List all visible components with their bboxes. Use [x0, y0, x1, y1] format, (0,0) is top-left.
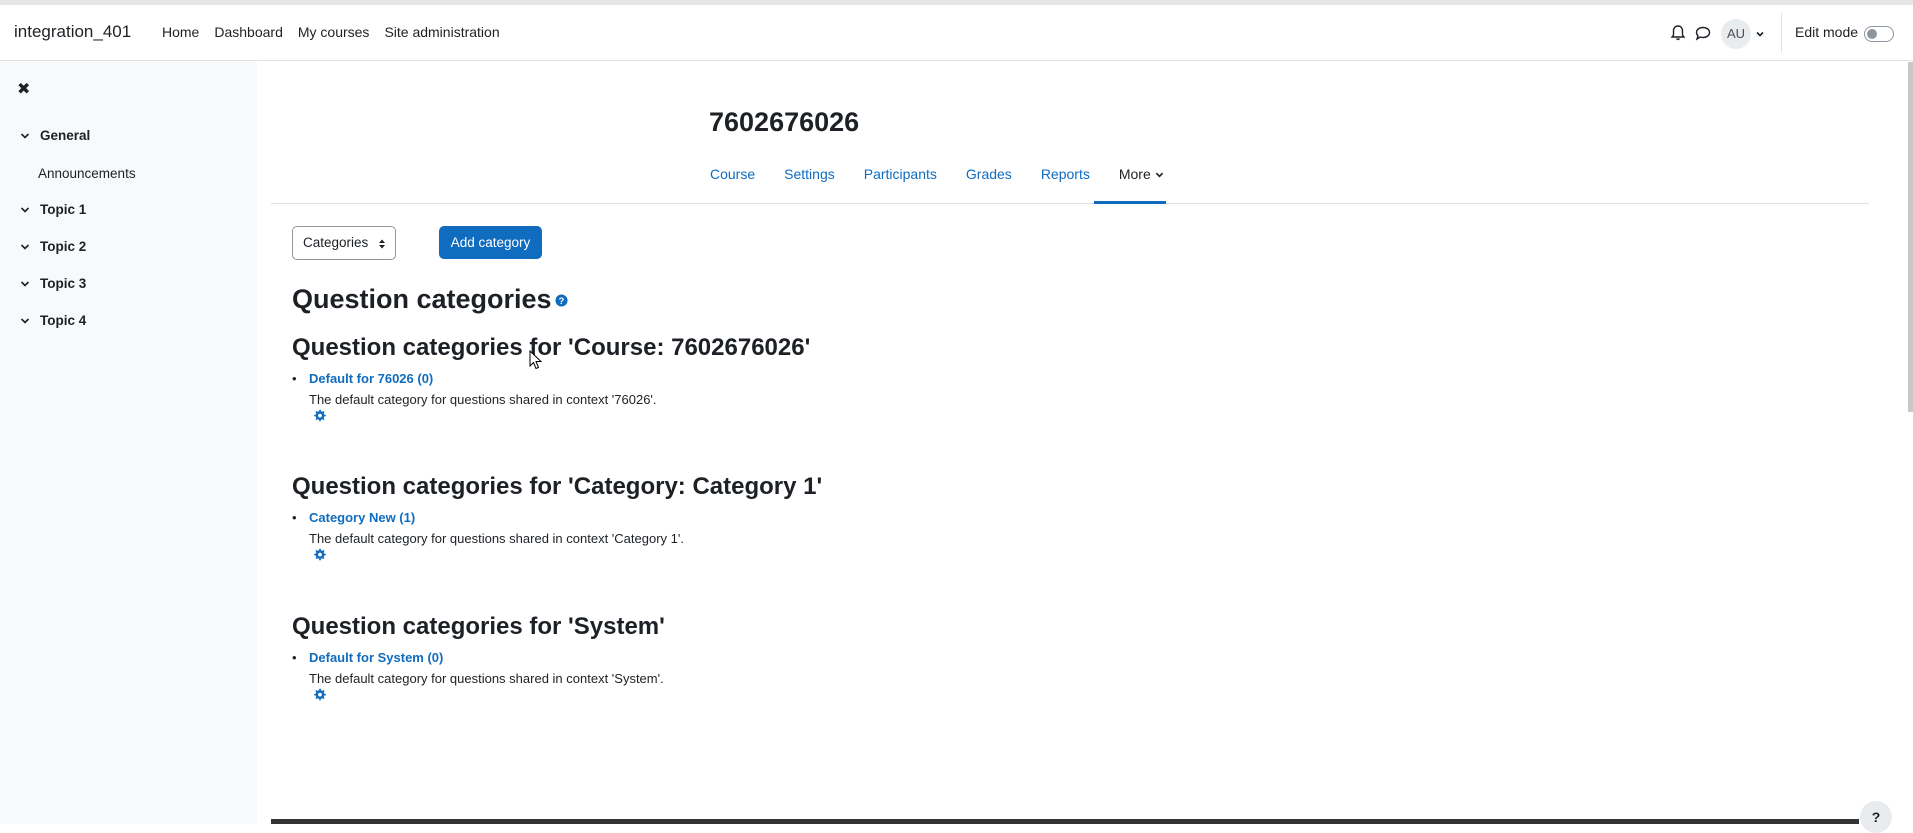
drawer-section-general[interactable]: General [20, 128, 90, 143]
edit-mode-label: Edit mode [1795, 24, 1859, 40]
navbar-divider [1781, 13, 1782, 53]
drawer-item-announcements[interactable]: Announcements [38, 166, 136, 181]
tab-reports[interactable]: Reports [1041, 166, 1090, 182]
gear-icon[interactable] [313, 688, 326, 701]
category-description: The default category for questions share… [309, 671, 664, 686]
chevron-down-icon [1155, 172, 1163, 177]
user-avatar[interactable]: AU [1721, 19, 1751, 49]
tab-grades[interactable]: Grades [966, 166, 1012, 182]
close-icon[interactable]: ✖ [17, 79, 30, 99]
gear-icon[interactable] [313, 409, 326, 422]
secondary-nav-border [271, 203, 1869, 204]
chevron-down-icon[interactable] [20, 205, 30, 215]
page-title: Question categories ? [292, 284, 568, 315]
tab-participants[interactable]: Participants [864, 166, 937, 182]
chevron-down-icon[interactable] [20, 279, 30, 289]
drawer-section-topic-2[interactable]: Topic 2 [20, 239, 86, 254]
category-link[interactable]: Default for 76026 (0) [309, 371, 433, 386]
tab-course[interactable]: Course [710, 166, 755, 182]
categories-select[interactable]: Categories [292, 226, 396, 260]
chevron-down-icon[interactable] [20, 242, 30, 252]
svg-text:?: ? [558, 296, 564, 306]
help-icon[interactable]: ? [555, 294, 568, 307]
nav-home[interactable]: Home [162, 24, 199, 40]
drawer-section-label: General [40, 128, 91, 143]
bullet: • [292, 371, 297, 386]
category-group-heading: Question categories for 'Course: 7602676… [292, 334, 811, 361]
chevron-down-icon[interactable] [20, 316, 30, 326]
tab-settings[interactable]: Settings [784, 166, 835, 182]
category-group-heading: Question categories for 'Category: Categ… [292, 473, 823, 500]
tab-more[interactable]: More [1119, 166, 1164, 182]
course-index-drawer: ✖ General Announcements Topic 1 Topic 2 … [0, 62, 257, 824]
page-scrollbar[interactable] [1908, 62, 1913, 412]
bell-icon[interactable] [1668, 23, 1688, 43]
secondary-nav: Course Settings Participants Grades Repo… [710, 166, 1164, 182]
gear-icon[interactable] [313, 548, 326, 561]
category-description: The default category for questions share… [309, 392, 657, 407]
drawer-section-topic-4[interactable]: Topic 4 [20, 313, 86, 328]
edit-mode-toggle[interactable] [1864, 26, 1894, 42]
bullet: • [292, 650, 297, 665]
chevron-down-icon[interactable] [1755, 29, 1765, 39]
course-title: 7602676026 [709, 107, 860, 137]
mouse-cursor-icon [529, 350, 543, 370]
drawer-section-label: Topic 3 [40, 276, 87, 291]
select-arrows-icon [379, 239, 385, 249]
category-description: The default category for questions share… [309, 531, 684, 546]
add-category-button[interactable]: Add category [439, 226, 542, 259]
category-group-heading: Question categories for 'System' [292, 613, 665, 640]
drawer-section-label: Topic 4 [40, 313, 87, 328]
primary-nav: Home Dashboard My courses Site administr… [162, 24, 500, 40]
active-tab-indicator [1094, 201, 1166, 204]
drawer-section-label: Topic 1 [40, 202, 87, 217]
page-title-text: Question categories [292, 284, 552, 314]
drawer-section-label: Topic 2 [40, 239, 87, 254]
select-value: Categories [303, 235, 369, 250]
chat-icon[interactable] [1693, 23, 1713, 43]
drawer-section-topic-3[interactable]: Topic 3 [20, 276, 86, 291]
tab-more-label: More [1118, 166, 1151, 182]
nav-site-administration[interactable]: Site administration [384, 24, 499, 40]
category-link[interactable]: Default for System (0) [309, 650, 443, 665]
category-link[interactable]: Category New (1) [309, 510, 415, 525]
nav-my-courses[interactable]: My courses [298, 24, 370, 40]
site-brand[interactable]: integration_401 [14, 22, 131, 42]
help-button[interactable]: ? [1860, 801, 1892, 833]
nav-dashboard[interactable]: Dashboard [214, 24, 283, 40]
drawer-section-topic-1[interactable]: Topic 1 [20, 202, 86, 217]
footer-bar [271, 819, 1859, 824]
navbar: integration_401 Home Dashboard My course… [0, 5, 1913, 61]
bullet: • [292, 510, 297, 525]
main-content: 7602676026 Course Settings Participants … [257, 62, 1913, 833]
chevron-down-icon[interactable] [20, 131, 30, 141]
